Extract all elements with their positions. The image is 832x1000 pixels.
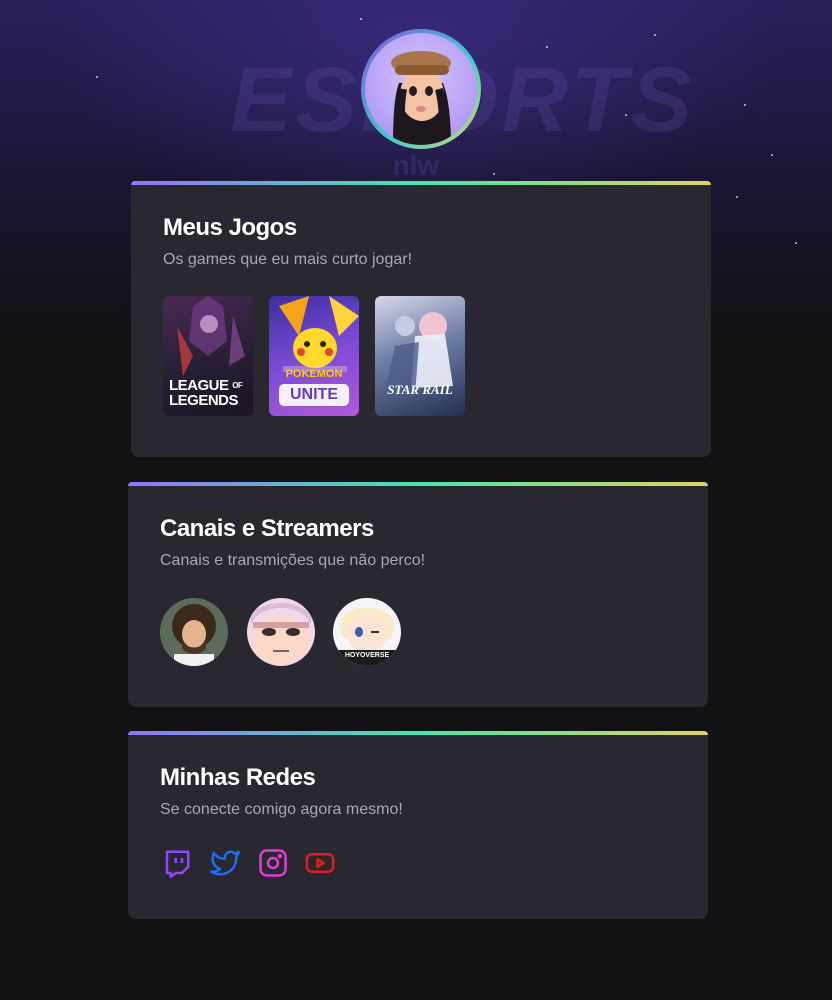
socials-title: Minhas Redes — [160, 764, 316, 791]
games-subtitle: Os games que eu mais curto jogar! — [163, 251, 413, 268]
instagram-icon[interactable] — [258, 848, 288, 878]
streamer-anime-face[interactable] — [247, 598, 315, 666]
streamers-subtitle: Canais e transmições que não perco! — [160, 552, 426, 569]
games-title: Meus Jogos — [163, 214, 297, 241]
game-honkai-star-rail[interactable]: STAR RAIL — [375, 296, 465, 416]
streamers-title: Canais e Streamers — [160, 515, 374, 542]
star-rail-label: STAR RAIL — [387, 382, 453, 397]
socials-card: Minhas Redes Se conecte comigo agora mes… — [128, 731, 708, 919]
streamer-bob-ross[interactable] — [160, 598, 228, 666]
twitch-icon[interactable] — [162, 848, 192, 878]
socials-subtitle: Se conecte comigo agora mesmo! — [160, 801, 403, 818]
streamer-hoyoverse[interactable]: HOYOVERSE — [333, 598, 401, 666]
pokemon-label-line1: POKÉMON — [285, 368, 343, 380]
hoyoverse-caption: HOYOVERSE — [344, 652, 390, 659]
lol-label-line2: LEGENDS — [169, 392, 239, 409]
pokemon-label-line2: UNITE — [279, 384, 349, 406]
profile-avatar — [361, 29, 481, 149]
background-subtext: nlw — [392, 150, 440, 181]
twitter-icon[interactable] — [210, 848, 240, 878]
avatar-image — [365, 33, 477, 145]
lol-label-of: OF — [232, 381, 243, 390]
game-pokemon-unite[interactable]: POKÉMON UNITE — [269, 296, 359, 416]
game-league-of-legends[interactable]: LEAGUE OF LEGENDS — [163, 296, 253, 416]
streamers-card: Canais e Streamers Canais e transmições … — [128, 482, 708, 707]
youtube-icon[interactable] — [305, 848, 335, 878]
games-card: Meus Jogos Os games que eu mais curto jo… — [131, 181, 711, 457]
